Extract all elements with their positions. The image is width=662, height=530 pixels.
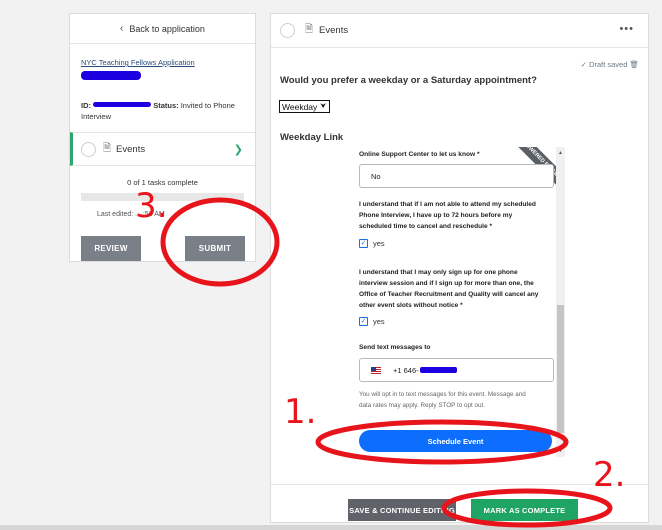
chevron-left-icon: ‹ — [120, 23, 124, 34]
page-bottom-bar — [0, 525, 662, 530]
us-flag-icon — [371, 366, 381, 374]
q1-label: Online Support Center to let us know * — [359, 151, 480, 158]
events-task-panel: 🗎 Events ••• ✓ Draft saved 🗑 Would you p… — [270, 13, 649, 523]
task-status-circle-icon[interactable] — [280, 23, 295, 38]
q3-line-4: other event slots without notice * — [359, 302, 463, 309]
footer-divider — [271, 484, 648, 485]
annotation-number-3: 3. — [135, 186, 168, 226]
q1-input[interactable]: No — [359, 164, 554, 188]
scroll-down-icon[interactable]: ▼ — [558, 448, 563, 454]
last-edited-prefix: Last edited: — [97, 211, 134, 218]
task-header: 🗎 Events ••• — [271, 14, 648, 48]
q3-line-2: interview session and if I sign up for m… — [359, 280, 534, 287]
schedule-event-button[interactable]: Schedule Event — [359, 430, 552, 452]
opt-in-line-2: data rates may apply. Reply STOP to opt … — [359, 402, 486, 409]
id-status-line: ID: Status: Invited to Phone Interview — [81, 100, 251, 122]
frame-scrollbar[interactable]: ▲ ▼ — [556, 147, 565, 457]
annotation-number-1: 1. — [284, 392, 317, 432]
q3-line-1: I understand that I may only sign up for… — [359, 269, 518, 276]
back-link-label: Back to application — [129, 23, 205, 34]
chevron-right-icon: ❯ — [233, 143, 243, 156]
weekday-link-label: Weekday Link — [280, 132, 344, 143]
more-options-icon[interactable]: ••• — [619, 23, 634, 35]
chevron-down-icon: ⮟ — [320, 102, 327, 110]
redacted-phone — [419, 367, 457, 373]
redacted-name — [81, 71, 141, 80]
id-label: ID: — [81, 101, 91, 110]
submit-button[interactable]: SUBMIT — [185, 236, 245, 261]
calendly-embed: POWERED BY Calendly Online Support Cente… — [349, 147, 565, 457]
q2-answer-label: yes — [373, 239, 385, 248]
q3-line-3: Office of Teacher Recruitment and Qualit… — [359, 291, 539, 298]
task-status-circle-icon — [81, 141, 96, 157]
phone-input[interactable]: +1 646- — [359, 358, 554, 382]
appointment-day-select[interactable]: Weekday ⮟ — [279, 100, 330, 113]
draft-saved-status: ✓ Draft saved 🗑 — [580, 60, 639, 69]
appointment-question: Would you prefer a weekday or a Saturday… — [280, 75, 537, 86]
scroll-thumb[interactable] — [557, 305, 564, 433]
q2-line-3: scheduled time to cancel and reschedule … — [359, 223, 493, 230]
redacted-id — [93, 102, 152, 107]
sms-label: Send text messages to — [359, 344, 431, 351]
review-button[interactable]: REVIEW — [81, 236, 141, 261]
q2-line-2: Phone Interview, I have up to 72 hours b… — [359, 212, 513, 219]
mark-as-complete-button[interactable]: MARK AS COMPLETE — [471, 499, 578, 521]
back-to-application-link[interactable]: ‹ Back to application — [70, 14, 255, 44]
select-value: Weekday — [282, 101, 318, 112]
task-title: Events — [319, 25, 349, 36]
q2-checkbox[interactable]: ✓ — [359, 239, 368, 248]
opt-in-line-1: You will opt in to text messages for thi… — [359, 391, 526, 398]
application-title-link[interactable]: NYC Teaching Fellows Application — [81, 58, 195, 67]
q2-line-1: I understand that if I am not able to at… — [359, 201, 536, 208]
phone-prefix: +1 646- — [393, 365, 419, 375]
annotation-number-2: 2. — [593, 455, 626, 495]
save-continue-editing-button[interactable]: SAVE & CONTINUE EDITING — [348, 499, 456, 521]
sidebar-item-label: Events — [116, 143, 146, 155]
document-icon: 🗎 — [103, 142, 112, 154]
document-icon: 🗎 — [305, 24, 314, 35]
q3-checkbox[interactable]: ✓ — [359, 317, 368, 326]
sidebar-item-events[interactable]: 🗎 Events ❯ — [70, 132, 255, 166]
scroll-up-icon[interactable]: ▲ — [558, 150, 563, 156]
status-label: Status: — [153, 101, 179, 110]
q3-answer-label: yes — [373, 317, 385, 326]
